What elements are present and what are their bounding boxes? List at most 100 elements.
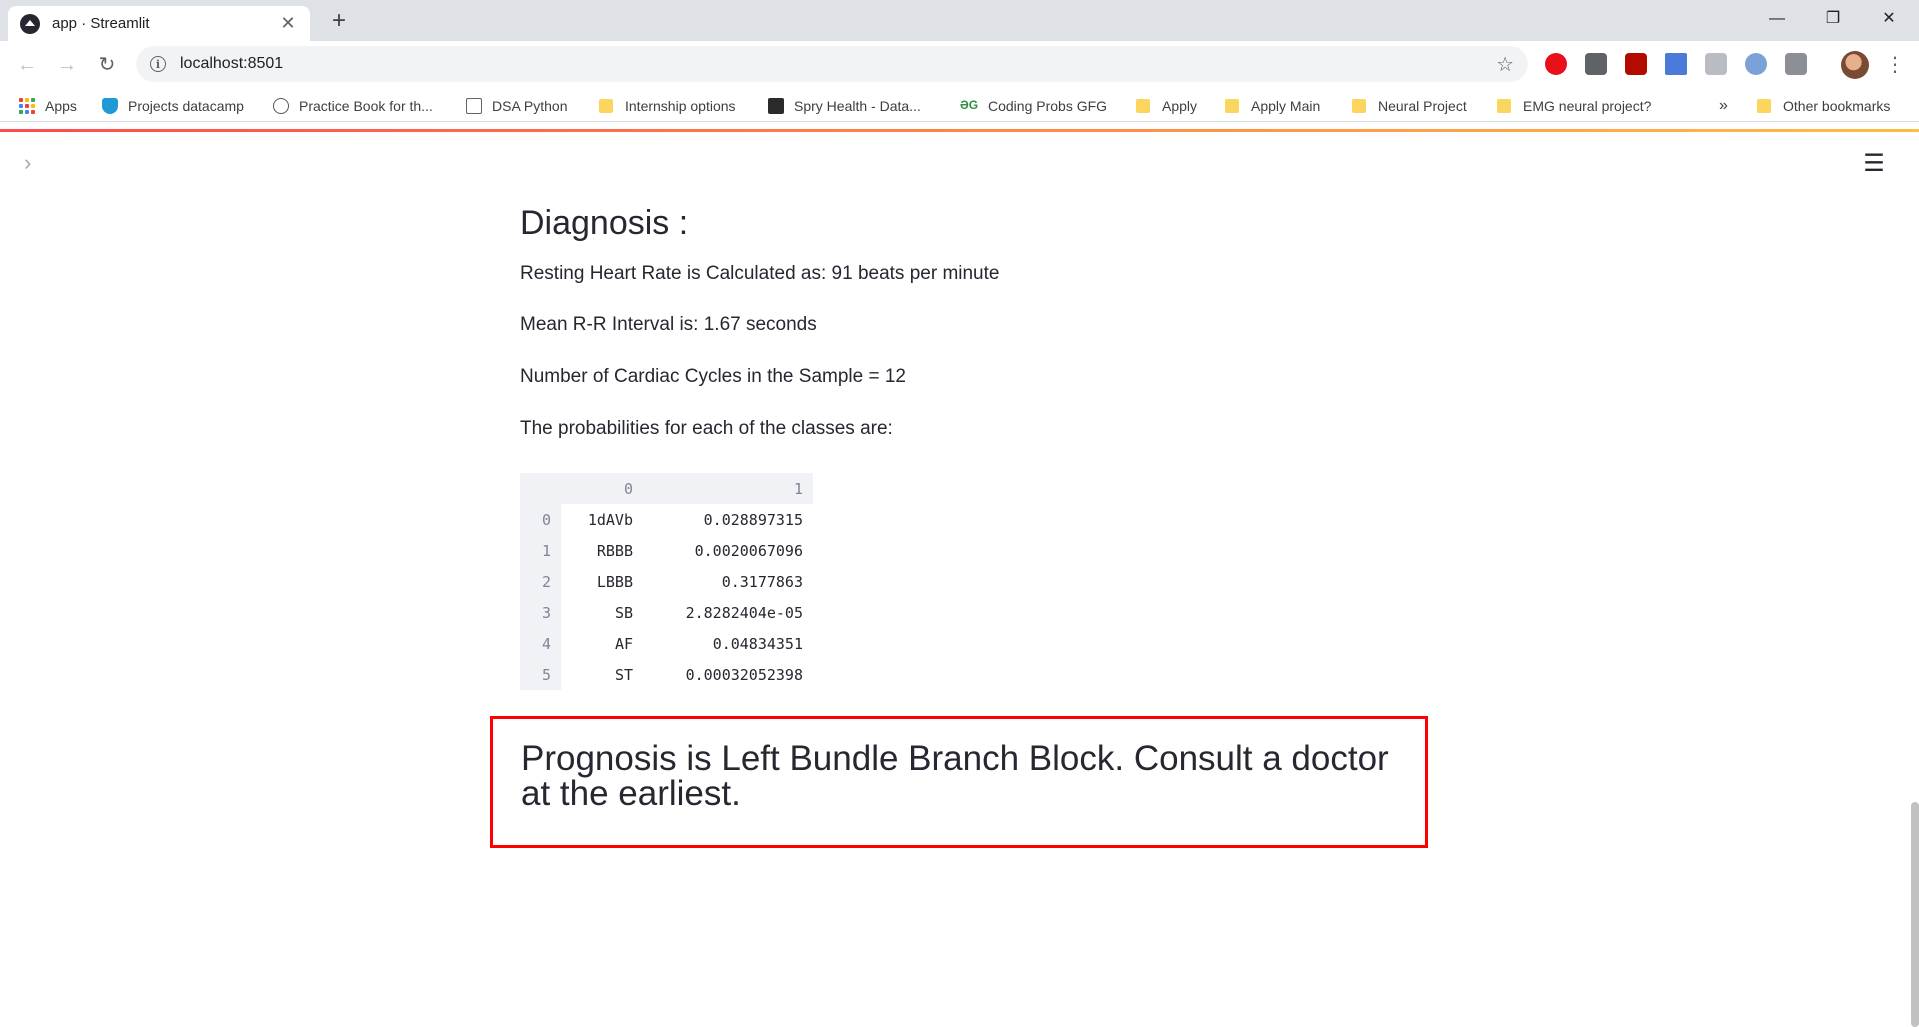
tab-title: app · Streamlit bbox=[52, 15, 150, 32]
scholar-extension-icon[interactable] bbox=[1665, 53, 1687, 75]
browser-toolbar: ← → ↻ i localhost:8501 ☆ ⋮ bbox=[0, 41, 1919, 89]
main-content: Diagnosis : Resting Heart Rate is Calcul… bbox=[520, 203, 1420, 469]
bookmark-other-bookmarks[interactable]: Other bookmarks bbox=[1757, 95, 1890, 117]
notebook-icon bbox=[466, 98, 482, 114]
browser-tab[interactable]: app · Streamlit ✕ bbox=[8, 6, 310, 41]
class-cell: RBBB bbox=[596, 541, 633, 560]
bookmark-practice-book[interactable]: Practice Book for th... bbox=[273, 95, 433, 117]
cardiac-cycles-text: Number of Cardiac Cycles in the Sample =… bbox=[520, 366, 906, 388]
bookmark-apps[interactable]: Apps bbox=[19, 95, 77, 117]
bookmark-label: Practice Book for th... bbox=[299, 98, 433, 114]
row-index: 5 bbox=[520, 659, 561, 690]
row-index: 4 bbox=[520, 628, 561, 659]
prognosis-heading: Prognosis is Left Bundle Branch Block. C… bbox=[521, 739, 1389, 814]
bookmark-label: Internship options bbox=[625, 98, 736, 114]
folder-icon bbox=[1352, 99, 1366, 113]
bookmark-label: EMG neural project? bbox=[1523, 98, 1652, 114]
bookmark-emg-neural-project[interactable]: EMG neural project? bbox=[1497, 95, 1651, 117]
column-header[interactable]: 1 bbox=[643, 473, 813, 504]
prognosis-highlight-box: Prognosis is Left Bundle Branch Block. C… bbox=[490, 716, 1428, 848]
folder-icon bbox=[599, 99, 613, 113]
shield-icon bbox=[102, 98, 118, 114]
diagnosis-heading: Diagnosis : bbox=[520, 204, 689, 242]
new-tab-button[interactable]: + bbox=[326, 8, 352, 34]
probability-cell: 0.04834351 bbox=[712, 634, 803, 653]
row-index: 0 bbox=[520, 504, 561, 535]
sidebar-expand-chevron-icon[interactable]: › bbox=[24, 150, 44, 175]
heart-rate-text: Resting Heart Rate is Calculated as: 91 … bbox=[520, 262, 1000, 284]
row-index: 2 bbox=[520, 566, 561, 597]
bookmark-label: DSA Python bbox=[492, 98, 568, 114]
bookmarks-overflow-button[interactable]: » bbox=[1719, 95, 1728, 117]
forward-button[interactable]: → bbox=[53, 51, 81, 79]
table-row: 4 AF 0.04834351 bbox=[520, 628, 813, 659]
bookmark-spry-health[interactable]: Spry Health - Data... bbox=[768, 95, 921, 117]
spry-icon bbox=[768, 98, 784, 114]
minimize-button[interactable]: — bbox=[1754, 4, 1800, 34]
class-cell: LBBB bbox=[596, 572, 633, 591]
stats-extension-icon[interactable] bbox=[1785, 53, 1807, 75]
table-header-row: 0 1 bbox=[520, 473, 813, 504]
bookmark-internship-options[interactable]: Internship options bbox=[599, 95, 736, 117]
row-index: 1 bbox=[520, 535, 561, 566]
class-cell: ST bbox=[614, 665, 633, 684]
probability-cell: 2.8282404e-05 bbox=[685, 603, 803, 622]
ets-icon bbox=[273, 98, 289, 114]
bookmark-label: Coding Probs GFG bbox=[988, 98, 1108, 114]
bookmark-label: Apply Main bbox=[1251, 98, 1321, 114]
streamlit-top-decoration bbox=[0, 129, 1919, 132]
folder-icon bbox=[1757, 99, 1771, 113]
audio-extension-icon[interactable] bbox=[1745, 53, 1767, 75]
bookmark-label: Other bookmarks bbox=[1783, 98, 1891, 114]
bookmark-neural-project[interactable]: Neural Project bbox=[1352, 95, 1467, 117]
bookmark-apply-main[interactable]: Apply Main bbox=[1225, 95, 1320, 117]
table-row: 0 1dAVb 0.028897315 bbox=[520, 504, 813, 535]
tab-close-icon[interactable]: ✕ bbox=[278, 13, 298, 34]
probability-cell: 0.3177863 bbox=[721, 572, 803, 591]
profile-avatar[interactable] bbox=[1841, 51, 1869, 79]
bookmark-label: Apps bbox=[45, 98, 77, 114]
table-row: 3 SB 2.8282404e-05 bbox=[520, 597, 813, 628]
folder-icon bbox=[1225, 99, 1239, 113]
probabilities-intro-text: The probabilities for each of the classe… bbox=[520, 417, 893, 439]
apps-grid-icon bbox=[19, 98, 35, 114]
class-cell: 1dAVb bbox=[587, 510, 633, 529]
table-row: 1 RBBB 0.0020067096 bbox=[520, 535, 813, 566]
bookmark-label: Spry Health - Data... bbox=[794, 98, 921, 114]
bookmark-apply[interactable]: Apply bbox=[1136, 95, 1197, 117]
gfg-icon: ƏG bbox=[960, 98, 979, 112]
restore-button[interactable]: ❐ bbox=[1810, 4, 1856, 34]
site-info-icon[interactable]: i bbox=[150, 56, 166, 72]
address-bar[interactable]: i localhost:8501 ☆ bbox=[136, 46, 1528, 82]
close-window-button[interactable]: ✕ bbox=[1866, 4, 1912, 34]
probabilities-dataframe[interactable]: 0 1 0 1dAVb 0.028897315 1 RBBB 0.0020067… bbox=[520, 473, 813, 690]
hamburger-menu-icon[interactable]: ☰ bbox=[1862, 150, 1886, 178]
folder-icon bbox=[1497, 99, 1511, 113]
browser-menu-icon[interactable]: ⋮ bbox=[1885, 51, 1905, 79]
url-text[interactable]: localhost:8501 bbox=[180, 55, 1496, 73]
reload-button[interactable]: ↻ bbox=[93, 51, 121, 79]
bookmark-projects-datacamp[interactable]: Projects datacamp bbox=[102, 95, 244, 117]
browser-tabstrip: app · Streamlit ✕ + — ❐ ✕ bbox=[0, 0, 1919, 41]
class-cell: SB bbox=[614, 603, 633, 622]
bookmark-label: Neural Project bbox=[1378, 98, 1467, 114]
pdf-extension-icon[interactable] bbox=[1625, 53, 1647, 75]
streamlit-favicon-icon bbox=[20, 13, 40, 34]
index-header-cell bbox=[520, 473, 561, 504]
probability-cell: 0.00032052398 bbox=[685, 665, 803, 684]
bookmark-dsa-python[interactable]: DSA Python bbox=[466, 95, 568, 117]
location-extension-icon[interactable] bbox=[1585, 53, 1607, 75]
page-scrollbar[interactable] bbox=[1911, 802, 1919, 1027]
ublock-extension-icon[interactable] bbox=[1545, 53, 1567, 75]
probability-cell: 0.028897315 bbox=[703, 510, 803, 529]
folder-icon bbox=[1136, 99, 1150, 113]
bookmark-label: Apply bbox=[1162, 98, 1198, 114]
back-button[interactable]: ← bbox=[13, 51, 41, 79]
column-header[interactable]: 0 bbox=[561, 473, 643, 504]
table-row: 5 ST 0.00032052398 bbox=[520, 659, 813, 690]
bookmarks-bar: Apps Projects datacamp Practice Book for… bbox=[0, 89, 1919, 122]
bookmark-star-icon[interactable]: ☆ bbox=[1496, 52, 1514, 77]
docs-extension-icon[interactable] bbox=[1705, 53, 1727, 75]
bookmark-coding-probs-gfg[interactable]: ƏG Coding Probs GFG bbox=[960, 95, 1107, 117]
probability-cell: 0.0020067096 bbox=[694, 541, 803, 560]
